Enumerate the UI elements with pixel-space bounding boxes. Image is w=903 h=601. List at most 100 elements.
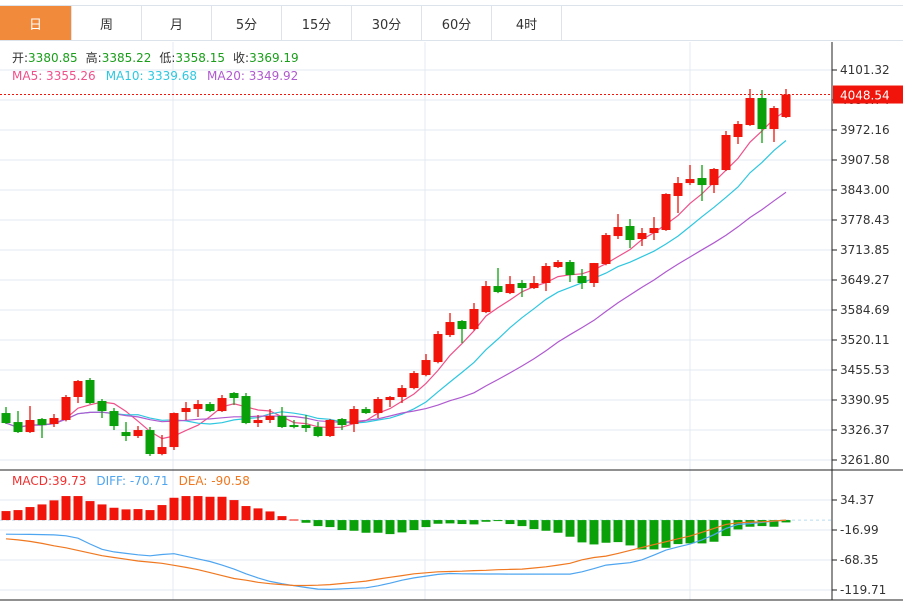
candle-body — [181, 408, 191, 413]
macd-bar — [373, 520, 383, 533]
candle — [493, 268, 503, 294]
macd-bar — [337, 520, 347, 531]
open-label: 开: — [12, 51, 28, 65]
tab-2[interactable]: 月 — [142, 6, 212, 40]
candle — [169, 412, 179, 451]
candle-body — [229, 393, 239, 399]
macd-bar — [1, 511, 11, 521]
ma5-value: MA5: 3355.26 — [12, 69, 96, 83]
candle — [37, 418, 47, 439]
candle-body — [145, 430, 155, 455]
candle-body — [769, 108, 779, 130]
macd-bar — [73, 496, 83, 521]
dea-value: DEA: -90.58 — [179, 474, 250, 488]
candle-body — [409, 373, 419, 389]
close-label: 收: — [233, 51, 249, 65]
macd-bar — [157, 505, 167, 521]
y-tick-label: 3390.95 — [840, 393, 890, 407]
diff-value: DIFF: -70.71 — [96, 474, 168, 488]
macd-bar — [397, 520, 407, 533]
tab-6[interactable]: 60分 — [422, 6, 492, 40]
candle — [97, 399, 107, 419]
candle-body — [457, 321, 467, 330]
macd-bar — [661, 520, 671, 548]
macd-bar — [229, 500, 239, 521]
candle-body — [361, 409, 371, 414]
candle-body — [685, 179, 695, 184]
candle-body — [241, 396, 251, 424]
candle — [637, 228, 647, 247]
tab-0[interactable]: 日 — [0, 6, 72, 40]
macd-bar — [325, 520, 335, 528]
candle-body — [601, 235, 611, 265]
candle-body — [445, 322, 455, 336]
candle — [625, 219, 635, 249]
tab-7[interactable]: 4时 — [492, 6, 562, 40]
macd-panel — [0, 496, 832, 591]
macd-bar — [385, 520, 395, 535]
macd-bar — [181, 496, 191, 521]
macd-bar — [37, 504, 47, 521]
macd-bar — [709, 520, 719, 542]
candle-body — [589, 263, 599, 284]
candle-body — [289, 425, 299, 428]
candle — [577, 269, 587, 289]
macd-bar — [445, 520, 455, 524]
candle-body — [733, 123, 743, 137]
candle-body — [97, 401, 107, 412]
y-tick-label: 3843.00 — [840, 183, 890, 197]
low-label: 低: — [159, 51, 175, 65]
y-tick-label: 3261.80 — [840, 453, 890, 467]
macd-bar — [25, 507, 35, 521]
candle — [553, 260, 563, 269]
tab-5[interactable]: 30分 — [352, 6, 422, 40]
candle — [769, 106, 779, 143]
macd-bar — [601, 520, 611, 543]
candle-body — [541, 266, 551, 284]
candle — [685, 165, 695, 186]
candle-body — [25, 420, 35, 433]
macd-bar — [97, 504, 107, 521]
candle-body — [373, 399, 383, 414]
candle-body — [781, 94, 791, 118]
tab-4[interactable]: 15分 — [282, 6, 352, 40]
candle — [133, 426, 143, 439]
candle-body — [397, 388, 407, 398]
period-tabs: 日周月 5分 15分 30分 60分 4时 — [0, 5, 903, 41]
candle — [385, 396, 395, 408]
macd-bar — [277, 516, 287, 521]
y-tick-label: 3455.53 — [840, 363, 890, 377]
candle — [313, 422, 323, 438]
macd-bar — [637, 520, 647, 550]
candle-body — [493, 286, 503, 293]
candle-body — [745, 98, 755, 126]
candle-body — [577, 276, 587, 284]
macd-y-tick-label: 34.37 — [840, 493, 874, 507]
ma20-value: MA20: 3349.92 — [207, 69, 298, 83]
macd-bar — [145, 510, 155, 521]
tab-1[interactable]: 周 — [72, 6, 142, 40]
macd-bar — [493, 520, 503, 522]
candle — [601, 233, 611, 266]
tab-3[interactable]: 5分 — [212, 6, 282, 40]
candle-body — [517, 283, 527, 289]
kline-chart: 4101.324036.743972.163907.583843.003778.… — [0, 42, 903, 601]
candle — [481, 281, 491, 314]
y-tick-label: 3584.69 — [840, 303, 890, 317]
macd-bar — [265, 511, 275, 521]
candle-body — [757, 98, 767, 130]
candle-body — [553, 262, 563, 268]
candle — [529, 276, 539, 289]
macd-bar — [469, 520, 479, 525]
low-value: 3358.15 — [175, 51, 225, 65]
macd-y-tick-label: -119.71 — [840, 583, 886, 597]
candle — [757, 90, 767, 144]
ma10-value: MA10: 3339.68 — [106, 69, 197, 83]
candle — [337, 418, 347, 431]
macd-bar — [565, 520, 575, 537]
y-tick-label: 3907.58 — [840, 153, 890, 167]
macd-bar — [589, 520, 599, 545]
macd-bar — [169, 497, 179, 521]
macd-y-tick-label: -16.99 — [840, 523, 879, 537]
macd-legend: MACD:39.73 DIFF: -70.71 DEA: -90.58 — [12, 474, 250, 488]
